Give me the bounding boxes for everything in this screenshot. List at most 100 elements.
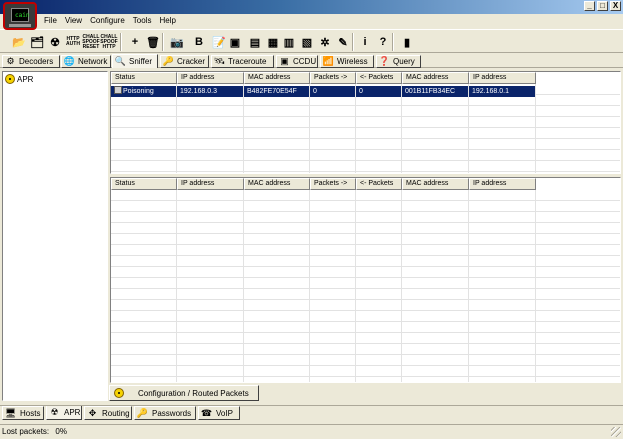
table-cell: 0 — [356, 86, 402, 97]
grid-line — [176, 190, 177, 382]
lsa-icon[interactable]: ▤ — [246, 33, 264, 51]
tab-label: Configuration / Routed Packets — [138, 388, 249, 398]
grid-line — [401, 84, 402, 173]
column-header[interactable]: Packets -> — [310, 72, 356, 84]
tab-configuration-routed-packets[interactable]: Configuration / Routed Packets — [109, 385, 259, 401]
apr-routing-table: Status IP address MAC address Packets -> <- … — [110, 71, 621, 174]
asl-icon[interactable]: ▣ — [226, 33, 244, 51]
routing-icon: ✥ — [88, 407, 97, 418]
column-header[interactable]: <- Packets — [356, 178, 402, 190]
cracker-icon: 🔑 — [162, 56, 175, 66]
poisoning-status-icon — [114, 86, 122, 94]
tab-label: Cracker — [177, 57, 206, 66]
tab-label: APR — [64, 408, 81, 417]
query-icon: ❓ — [378, 56, 391, 66]
tab-label: Wireless — [337, 57, 368, 66]
tab-label: VoIP — [216, 408, 233, 418]
tree-item-apr[interactable]: APR — [5, 74, 33, 84]
open-icon[interactable]: 📂 — [10, 33, 28, 51]
menu-configure[interactable]: Configure — [86, 15, 129, 27]
grid-line — [355, 190, 356, 382]
column-header[interactable]: MAC address — [402, 72, 469, 84]
snapshot-icon[interactable]: 📷 — [168, 33, 186, 51]
tab-label: Routing — [102, 408, 130, 418]
main-tabs: ⚙ Decoders 🌐 Network 🔍 Sniffer 🔑 Cracker 🛰 Tracer… — [0, 54, 623, 68]
column-header[interactable]: IP address — [469, 178, 536, 190]
menu-view[interactable]: View — [61, 15, 86, 27]
toolbar-separator — [162, 33, 164, 51]
traceroute-icon: 🛰 — [213, 56, 226, 66]
column-header[interactable]: MAC address — [244, 72, 310, 84]
tab-hosts[interactable]: 🖥 Hosts — [2, 406, 44, 420]
column-header[interactable]: Status — [111, 72, 177, 84]
grid-line — [309, 84, 310, 173]
start-apr-icon[interactable]: ☢ — [46, 33, 64, 51]
tab-apr[interactable]: ☢ APR — [46, 406, 82, 420]
chall-spoof-http-icon[interactable]: CHALL SPOOF HTTP — [100, 33, 118, 51]
column-header[interactable]: <- Packets — [356, 72, 402, 84]
wizard-icon[interactable]: ✎ — [334, 33, 352, 51]
apr-packets-table: Status IP address MAC address Packets -> <- … — [110, 177, 621, 383]
menu-tools[interactable]: Tools — [129, 15, 156, 27]
tab-ccdu[interactable]: ▣ CCDU — [276, 55, 318, 68]
column-header[interactable]: MAC address — [244, 178, 310, 190]
close-button[interactable]: X — [610, 1, 621, 11]
column-header[interactable]: IP address — [177, 178, 244, 190]
router-icon[interactable]: ▧ — [298, 33, 316, 51]
column-header[interactable]: IP address — [469, 72, 536, 84]
remove-icon[interactable]: 🗑 — [144, 33, 162, 51]
table-cell: 001B11FB34EC — [402, 86, 469, 97]
tab-query[interactable]: ❓ Query — [376, 55, 421, 68]
maximize-button[interactable]: □ — [597, 1, 608, 11]
tab-label: Passwords — [152, 408, 192, 418]
column-header[interactable]: IP address — [177, 72, 244, 84]
table-cell: Poisoning — [111, 86, 177, 97]
apr-icon: ☢ — [50, 407, 59, 417]
tab-sniffer[interactable]: 🔍 Sniffer — [112, 54, 158, 68]
console-icon[interactable]: ▥ — [280, 33, 298, 51]
tab-traceroute[interactable]: 🛰 Traceroute — [211, 55, 274, 68]
tab-passwords[interactable]: 🔑 Passwords — [134, 406, 196, 420]
toolbar: 📂 🗂 ☢ HTTP AUTH CHALL SPOOF RESET CHALL SPOOF HTTP… — [0, 29, 623, 53]
tab-routing[interactable]: ✥ Routing — [84, 406, 132, 420]
passwords-icon: 🔑 — [136, 407, 149, 418]
column-header[interactable]: Packets -> — [310, 178, 356, 190]
base64-icon[interactable]: B — [190, 33, 208, 51]
tab-decoders[interactable]: ⚙ Decoders — [2, 55, 60, 68]
hosts-icon: 🖥 — [4, 407, 17, 418]
menu-help[interactable]: Help — [155, 15, 179, 27]
info-icon[interactable]: i — [356, 33, 374, 51]
exit-icon[interactable]: ▮ — [398, 33, 416, 51]
table-cell: 192.168.0.1 — [469, 86, 536, 97]
grid-line — [468, 84, 469, 173]
table-cell: B482FE70E54F — [244, 86, 310, 97]
status-bar: Lost packets: 0% — [0, 424, 623, 439]
resize-grip[interactable] — [611, 427, 621, 437]
menu-file[interactable]: File — [40, 15, 61, 27]
tab-wireless[interactable]: 📶 Wireless — [320, 55, 374, 68]
table-body — [111, 190, 620, 382]
grid-line — [309, 190, 310, 382]
help-icon[interactable]: ? — [374, 33, 392, 51]
table-row[interactable]: Poisoning 192.168.0.3 B482FE70E54F 0 0 001B11… — [111, 86, 536, 97]
tab-label: Query — [393, 57, 415, 66]
grid-line — [355, 84, 356, 173]
column-header[interactable]: MAC address — [402, 178, 469, 190]
minimize-button[interactable]: _ — [584, 1, 595, 11]
tab-network[interactable]: 🌐 Network — [61, 55, 111, 68]
add-icon[interactable]: + — [126, 33, 144, 51]
add-network-icon[interactable]: 🗂 — [28, 33, 46, 51]
table-cell: 0 — [310, 86, 356, 97]
column-header[interactable]: Status — [111, 178, 177, 190]
http-auth-icon[interactable]: HTTP AUTH — [64, 33, 82, 51]
table-cell: 192.168.0.3 — [177, 86, 244, 97]
tab-cracker[interactable]: 🔑 Cracker — [160, 55, 209, 68]
chall-spoof-reset-icon[interactable]: CHALL SPOOF RESET — [82, 33, 100, 51]
toolbar-separator — [352, 33, 354, 51]
sniffer-icon: 🔍 — [114, 56, 127, 66]
tab-voip[interactable]: ☎ VoIP — [198, 406, 240, 420]
title-bar: _ □ X — [0, 0, 623, 14]
voip-icon: ☎ — [200, 407, 213, 418]
network-icon[interactable]: ✲ — [316, 33, 334, 51]
status-label: Lost packets: — [2, 427, 50, 436]
